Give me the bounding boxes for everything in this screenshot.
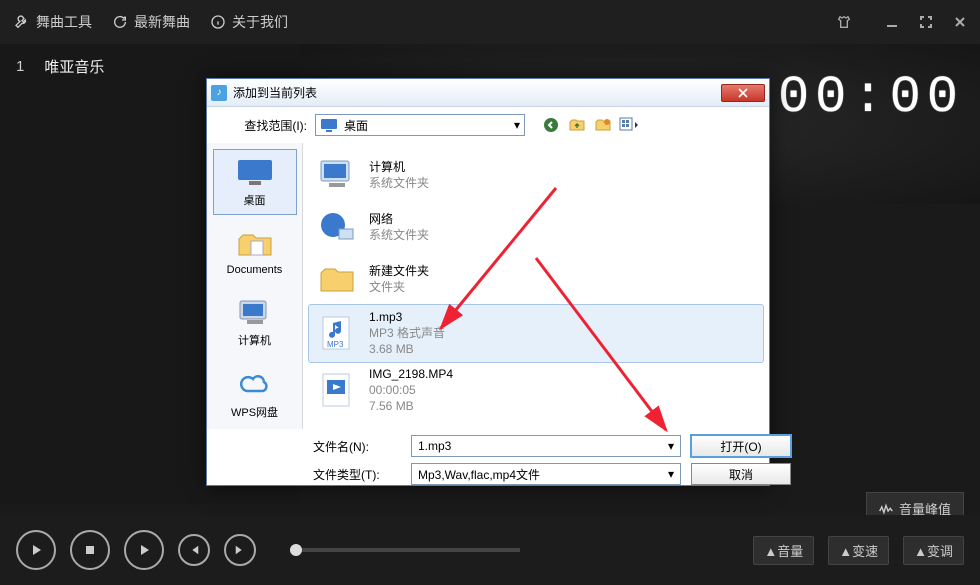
list-item[interactable]: 网络系统文件夹 xyxy=(309,201,763,253)
look-in-label: 查找范围(I): xyxy=(217,117,307,134)
open-button[interactable]: 打开(O) xyxy=(691,435,791,457)
place-desktop[interactable]: 桌面 xyxy=(213,149,297,215)
new-folder-icon[interactable] xyxy=(593,115,613,135)
view-menu-icon[interactable] xyxy=(619,115,639,135)
close-icon[interactable] xyxy=(952,14,968,30)
folder-icon xyxy=(315,257,359,301)
top-menu-bar: 舞曲工具 最新舞曲 关于我们 xyxy=(0,0,980,44)
up-folder-icon[interactable] xyxy=(567,115,587,135)
filename-value: 1.mp3 xyxy=(418,439,451,453)
look-in-row: 查找范围(I): 桌面 ▾ xyxy=(207,107,769,143)
place-wps-label: WPS网盘 xyxy=(231,404,278,420)
filetype-combo[interactable]: Mp3,Wav,flac,mp4文件 ▾ xyxy=(411,463,681,485)
stop-button[interactable] xyxy=(70,530,110,570)
menu-about[interactable]: 关于我们 xyxy=(208,12,288,32)
play2-button[interactable] xyxy=(124,530,164,570)
list-item[interactable]: 新建文件夹文件夹 xyxy=(309,253,763,305)
filetype-value: Mp3,Wav,flac,mp4文件 xyxy=(418,466,540,483)
cloud-icon xyxy=(235,368,275,400)
menu-latest[interactable]: 最新舞曲 xyxy=(110,12,190,32)
file-open-dialog: ♪ 添加到当前列表 查找范围(I): 桌面 ▾ 桌面 Documents xyxy=(206,78,770,486)
places-bar: 桌面 Documents 计算机 WPS网盘 xyxy=(207,143,303,429)
place-wps[interactable]: WPS网盘 xyxy=(213,361,297,427)
dialog-bottom: 文件名(N): 1.mp3 ▾ 打开(O) 文件类型(T): Mp3,Wav,f… xyxy=(207,429,769,495)
waveform-icon xyxy=(879,503,893,515)
menu-about-label: 关于我们 xyxy=(232,12,288,32)
network-icon xyxy=(315,205,359,249)
menu-tools-label: 舞曲工具 xyxy=(36,12,92,32)
time-display: 00:00 xyxy=(778,68,964,127)
file-list: 计算机系统文件夹 网络系统文件夹 新建文件夹文件夹 MP3 1.mp3MP3 格… xyxy=(303,143,769,429)
mp3-file-icon: MP3 xyxy=(315,311,359,355)
next-button[interactable] xyxy=(224,534,256,566)
fullscreen-icon[interactable] xyxy=(918,14,934,30)
wrench-icon xyxy=(12,12,32,32)
slider-thumb[interactable] xyxy=(290,544,302,556)
filename-combo[interactable]: 1.mp3 ▾ xyxy=(411,435,681,457)
shirt-icon[interactable] xyxy=(836,14,852,30)
mp4-file-icon xyxy=(315,368,359,412)
cancel-button[interactable]: 取消 xyxy=(691,463,791,485)
list-item[interactable]: 计算机系统文件夹 xyxy=(309,149,763,201)
computer-icon xyxy=(235,296,275,328)
dialog-title: 添加到当前列表 xyxy=(233,84,721,101)
place-computer-label: 计算机 xyxy=(238,332,271,348)
prev-button[interactable] xyxy=(178,534,210,566)
back-icon[interactable] xyxy=(541,115,561,135)
progress-slider[interactable] xyxy=(290,548,520,552)
chevron-down-icon: ▾ xyxy=(668,467,674,481)
svg-text:MP3: MP3 xyxy=(327,340,344,349)
place-documents[interactable]: Documents xyxy=(213,221,297,283)
music-note-icon: ♪ xyxy=(211,85,227,101)
menu-latest-label: 最新舞曲 xyxy=(134,12,190,32)
volume-button[interactable]: ▲音量 xyxy=(753,536,814,565)
monitor-icon xyxy=(235,156,275,188)
filename-label: 文件名(N): xyxy=(313,438,401,455)
pitch-button[interactable]: ▲变调 xyxy=(903,536,964,565)
minimize-icon[interactable] xyxy=(884,14,900,30)
filetype-label: 文件类型(T): xyxy=(313,466,401,483)
playlist-item-index: 1 xyxy=(16,58,24,75)
place-desktop-label: 桌面 xyxy=(244,192,266,208)
look-in-combo[interactable]: 桌面 ▾ xyxy=(315,114,525,136)
playback-controls: ▲音量 ▲变速 ▲变调 xyxy=(0,515,980,585)
look-in-value: 桌面 xyxy=(344,117,368,134)
play-button[interactable] xyxy=(16,530,56,570)
place-computer[interactable]: 计算机 xyxy=(213,289,297,355)
folder-docs-icon xyxy=(235,228,275,260)
computer-icon xyxy=(315,153,359,197)
list-item[interactable]: IMG_2198.MP400:00:057.56 MB xyxy=(309,362,763,419)
menu-tools[interactable]: 舞曲工具 xyxy=(12,12,92,32)
dialog-titlebar[interactable]: ♪ 添加到当前列表 xyxy=(207,79,769,107)
dialog-close-button[interactable] xyxy=(721,84,765,102)
playlist-item-title: 唯亚音乐 xyxy=(44,56,104,77)
monitor-icon xyxy=(320,118,338,132)
speed-button[interactable]: ▲变速 xyxy=(828,536,889,565)
chevron-down-icon: ▾ xyxy=(514,118,520,132)
info-icon xyxy=(208,12,228,32)
place-documents-label: Documents xyxy=(227,264,283,276)
refresh-icon xyxy=(110,12,130,32)
list-item[interactable]: MP3 1.mp3MP3 格式声音3.68 MB xyxy=(309,305,763,362)
chevron-down-icon: ▾ xyxy=(668,439,674,453)
